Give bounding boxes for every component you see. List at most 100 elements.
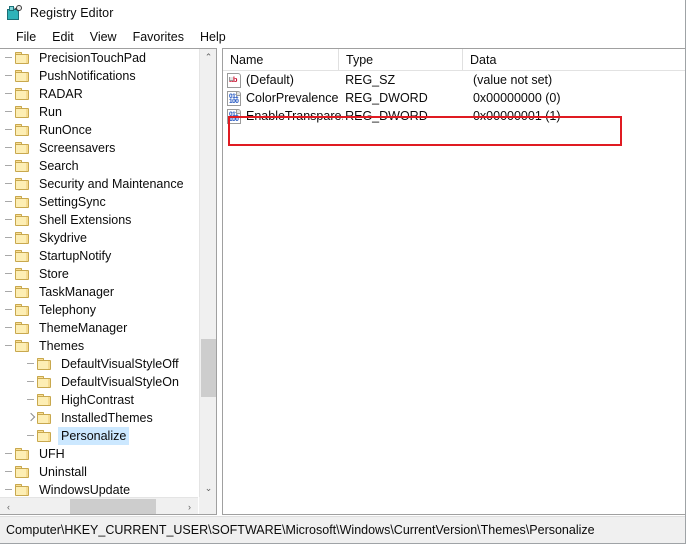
- tree-item-label: WindowsUpdate: [39, 483, 131, 497]
- tree-item-search[interactable]: Search: [0, 157, 198, 175]
- tree-vscroll-thumb[interactable]: [201, 339, 216, 397]
- tree-connector-line: [4, 67, 15, 85]
- tree-connector-line: [4, 157, 15, 175]
- reg-dword-glyph-bottom: 100: [229, 97, 239, 105]
- menu-item-file[interactable]: File: [8, 28, 44, 46]
- tree-connector-line: [4, 229, 15, 247]
- value-row[interactable]: 011 100 EnableTranspare... REG_DWORD 0x00000…: [223, 107, 685, 125]
- value-row[interactable]: 011 100 ColorPrevalence REG_DWORD 0x00000000…: [223, 89, 685, 107]
- tree-connector-line: [4, 481, 15, 497]
- value-data: (value not set): [472, 73, 553, 87]
- tree-item-label: UFH: [39, 447, 65, 461]
- menu-item-help[interactable]: Help: [192, 28, 234, 46]
- tree-item-label: StartupNotify: [39, 249, 112, 263]
- tree-item-settingsync[interactable]: SettingSync: [0, 193, 198, 211]
- menu-item-edit[interactable]: Edit: [44, 28, 82, 46]
- folder-icon: [15, 465, 31, 479]
- reg-sz-icon: ab: [227, 72, 241, 88]
- tree-item-run[interactable]: Run: [0, 103, 198, 121]
- tree-connector-line: [4, 319, 15, 337]
- tree-item-label: ThemeManager: [39, 321, 128, 335]
- tree-item-defaultvisualstyleoff[interactable]: DefaultVisualStyleOff: [0, 355, 198, 373]
- folder-icon: [15, 159, 31, 173]
- value-name: ColorPrevalence: [246, 91, 339, 105]
- tree-item-label: Skydrive: [39, 231, 87, 245]
- folder-icon: [37, 429, 53, 443]
- scroll-right-arrow-icon[interactable]: ›: [181, 498, 198, 514]
- tree-vertical-scrollbar[interactable]: ⌃ ⌄: [199, 49, 216, 497]
- tree-item-taskmanager[interactable]: TaskManager: [0, 283, 198, 301]
- tree-item-telephony[interactable]: Telephony: [0, 301, 198, 319]
- tree-item-ufh[interactable]: UFH: [0, 445, 198, 463]
- tree-item-label: Personalize: [58, 427, 130, 445]
- tree-item-label: Search: [39, 159, 79, 173]
- values-column-header: Name Type Data: [223, 49, 685, 71]
- tree-item-radar[interactable]: RADAR: [0, 85, 198, 103]
- tree-horizontal-scrollbar[interactable]: ‹ ›: [0, 497, 198, 514]
- tree-item-highcontrast[interactable]: HighContrast: [0, 391, 198, 409]
- tree-item-pushnotifications[interactable]: PushNotifications: [0, 67, 198, 85]
- tree-connector-line: [4, 175, 15, 193]
- menu-item-view[interactable]: View: [82, 28, 125, 46]
- tree-item-label: RunOnce: [39, 123, 92, 137]
- tree-item-label: Security and Maintenance: [39, 177, 184, 191]
- tree-item-runonce[interactable]: RunOnce: [0, 121, 198, 139]
- tree-item-personalize[interactable]: Personalize: [0, 427, 198, 445]
- tree-item-label: DefaultVisualStyleOff: [61, 357, 179, 371]
- menu-item-favorites[interactable]: Favorites: [125, 28, 192, 46]
- tree-item-label: TaskManager: [39, 285, 115, 299]
- tree-item-uninstall[interactable]: Uninstall: [0, 463, 198, 481]
- tree-item-thememanager[interactable]: ThemeManager: [0, 319, 198, 337]
- tree-item-windowsupdate[interactable]: WindowsUpdate: [0, 481, 198, 497]
- tree-item-label: Themes: [39, 339, 85, 353]
- tree-connector-line: [4, 103, 15, 121]
- column-header-type[interactable]: Type: [339, 49, 463, 70]
- tree-connector-line: [26, 355, 37, 373]
- scroll-left-arrow-icon[interactable]: ‹: [0, 498, 17, 514]
- tree-item-precisiontouchpad[interactable]: PrecisionTouchPad: [0, 49, 198, 67]
- value-data: 0x00000001 (1): [472, 109, 561, 123]
- tree-connector-line: [4, 301, 15, 319]
- folder-icon: [15, 447, 31, 461]
- tree-connector-line: [4, 337, 15, 355]
- scroll-up-arrow-icon[interactable]: ⌃: [200, 49, 216, 66]
- tree-item-startupnotify[interactable]: StartupNotify: [0, 247, 198, 265]
- tree-item-label: Screensavers: [39, 141, 116, 155]
- column-header-data[interactable]: Data: [463, 49, 685, 70]
- column-header-name[interactable]: Name: [223, 49, 339, 70]
- values-list[interactable]: ab (Default) REG_SZ (value not set) 011 100 Co…: [223, 71, 685, 125]
- folder-icon: [15, 105, 31, 119]
- status-bar-path: Computer\HKEY_CURRENT_USER\SOFTWARE\Micr…: [6, 523, 595, 537]
- tree-item-themes[interactable]: Themes: [0, 337, 198, 355]
- tree-item-security-and-maintenance[interactable]: Security and Maintenance: [0, 175, 198, 193]
- tree-hscroll-thumb[interactable]: [70, 499, 156, 514]
- registry-tree[interactable]: PrecisionTouchPad PushNotifications RADAR R…: [0, 49, 198, 497]
- reg-dword-icon: 011 100: [227, 108, 241, 124]
- value-data: 0x00000000 (0): [472, 91, 561, 105]
- folder-icon: [37, 393, 53, 407]
- tree-item-shell-extensions[interactable]: Shell Extensions: [0, 211, 198, 229]
- reg-dword-icon: 011 100: [227, 90, 241, 106]
- folder-icon: [37, 411, 53, 425]
- tree-connector-line: [4, 121, 15, 139]
- scroll-down-arrow-icon[interactable]: ⌄: [200, 480, 216, 497]
- tree-item-label: SettingSync: [39, 195, 106, 209]
- folder-icon: [15, 87, 31, 101]
- tree-item-skydrive[interactable]: Skydrive: [0, 229, 198, 247]
- tree-item-store[interactable]: Store: [0, 265, 198, 283]
- chevron-right-icon[interactable]: [26, 409, 37, 427]
- tree-item-installedthemes[interactable]: InstalledThemes: [0, 409, 198, 427]
- tree-connector-line: [26, 373, 37, 391]
- tree-connector-line: [26, 391, 37, 409]
- reg-dword-glyph-bottom: 100: [229, 115, 239, 123]
- registry-editor-icon: [5, 4, 23, 22]
- tree-item-label: DefaultVisualStyleOn: [61, 375, 179, 389]
- tree-item-label: Run: [39, 105, 62, 119]
- tree-connector-line: [4, 193, 15, 211]
- tree-connector-line: [4, 283, 15, 301]
- value-row[interactable]: ab (Default) REG_SZ (value not set): [223, 71, 685, 89]
- folder-icon: [15, 195, 31, 209]
- tree-item-defaultvisualstyleon[interactable]: DefaultVisualStyleOn: [0, 373, 198, 391]
- tree-item-label: Shell Extensions: [39, 213, 132, 227]
- tree-item-screensavers[interactable]: Screensavers: [0, 139, 198, 157]
